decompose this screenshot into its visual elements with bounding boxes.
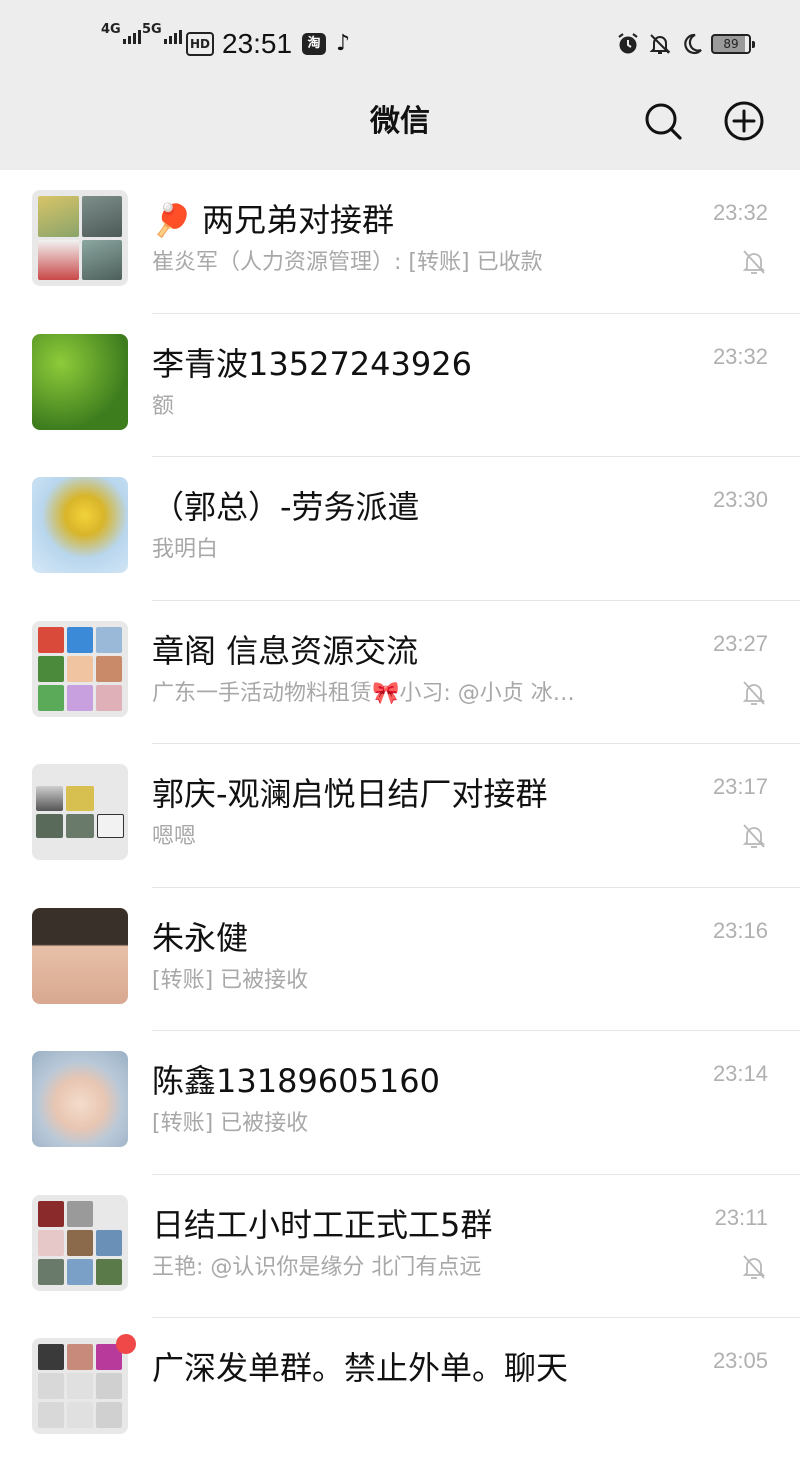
chat-row[interactable]: 🏓 两兄弟对接群 崔炎军（人力资源管理）: [转账] 已收款 23:32 xyxy=(0,170,800,314)
search-icon[interactable] xyxy=(642,100,684,142)
status-bar: 4G 5G HD 23:51 淘 ♪ 89 xyxy=(0,0,800,88)
chat-time: 23:11 xyxy=(714,1204,768,1230)
chat-row[interactable]: 章阁 信息资源交流 广东一手活动物料租赁🎀小习: @小贞 冰… 23:27 xyxy=(0,601,800,744)
chat-time: 23:32 xyxy=(712,343,768,369)
battery-indicator: 89 xyxy=(711,34,755,54)
chat-preview: 嗯嗯 xyxy=(152,824,197,849)
chat-time: 23:05 xyxy=(712,1348,768,1373)
chat-name: 章阁 信息资源交流 xyxy=(152,631,419,670)
avatar xyxy=(32,1338,128,1434)
avatar xyxy=(32,764,128,860)
chat-name: 陈鑫13189605160 xyxy=(152,1062,440,1100)
chat-row[interactable]: 日结工小时工正式工5群 王艳: @认识你是缘分 北门有点远 23:11 xyxy=(0,1175,800,1318)
taobao-icon: 淘 xyxy=(302,33,326,55)
chat-name: 朱永健 xyxy=(152,918,249,957)
avatar xyxy=(32,333,128,430)
status-clock: 23:51 xyxy=(222,28,293,59)
unread-badge xyxy=(116,1334,136,1354)
chat-row[interactable]: 李青波13527243926 额 23:32 xyxy=(0,314,800,457)
mute-bell-icon xyxy=(742,250,766,274)
chat-name-text: 两兄弟对接群 xyxy=(202,201,395,239)
emoji-icon: 🏓 xyxy=(152,201,192,239)
mute-bell-icon xyxy=(742,680,766,705)
chat-time: 23:32 xyxy=(712,200,768,225)
avatar xyxy=(32,190,128,286)
signal-5g-label: 5G xyxy=(142,22,162,37)
chat-row[interactable]: 陈鑫13189605160 [转账] 已被接收 23:14 xyxy=(0,1031,800,1175)
signal-bars-icon xyxy=(163,30,182,44)
chat-time: 23:14 xyxy=(712,1061,768,1086)
chat-row[interactable]: 郭庆-观澜启悦日结厂对接群 嗯嗯 23:17 xyxy=(0,744,800,888)
chat-name: 广深发单群。禁止外单。聊天 xyxy=(152,1349,569,1387)
chat-preview: 我明白 xyxy=(152,537,219,562)
avatar xyxy=(32,620,128,717)
signal-4g-label: 4G xyxy=(101,22,121,37)
tiktok-icon: ♪ xyxy=(336,31,351,56)
chat-name: 🏓 两兄弟对接群 xyxy=(152,198,394,242)
hd-voice-badge: HD xyxy=(186,32,215,56)
avatar xyxy=(32,907,128,1004)
avatar xyxy=(32,1194,128,1291)
chat-name: 郭庆-观澜启悦日结厂对接群 xyxy=(152,775,548,813)
top-bar: 4G 5G HD 23:51 淘 ♪ 89 微信 xyxy=(0,0,800,170)
chat-list: 🏓 两兄弟对接群 崔炎军（人力资源管理）: [转账] 已收款 23:32 李青波… xyxy=(0,170,800,1462)
avatar xyxy=(32,477,128,573)
chat-name: 李青波13527243926 xyxy=(152,344,472,383)
mute-bell-icon xyxy=(742,1254,766,1279)
chat-preview: 额 xyxy=(152,393,175,419)
signal-bars-icon xyxy=(122,30,141,44)
chat-time: 23:17 xyxy=(712,774,768,799)
chat-name: （郭总）-劳务派遣 xyxy=(152,488,420,526)
chat-row[interactable]: （郭总）-劳务派遣 我明白 23:30 xyxy=(0,457,800,601)
chat-row[interactable]: 朱永健 [转账] 已被接收 23:16 xyxy=(0,888,800,1031)
mute-bell-icon xyxy=(742,824,766,848)
chat-name: 日结工小时工正式工5群 xyxy=(152,1205,493,1244)
signal-5g: 5G xyxy=(142,23,182,44)
add-circle-icon[interactable] xyxy=(723,100,765,142)
chat-preview: 王艳: @认识你是缘分 北门有点远 xyxy=(152,1254,482,1280)
chat-preview: 崔炎军（人力资源管理）: [转账] 已收款 xyxy=(152,250,543,275)
signal-4g: 4G xyxy=(101,23,141,44)
chat-preview: [转账] 已被接收 xyxy=(152,1111,309,1136)
alarm-icon xyxy=(618,33,638,54)
chat-preview: [转账] 已被接收 xyxy=(152,967,309,993)
chat-time: 23:16 xyxy=(712,917,768,943)
moon-icon xyxy=(684,33,702,55)
bell-off-icon xyxy=(649,34,671,54)
chat-time: 23:30 xyxy=(712,487,768,512)
chat-time: 23:27 xyxy=(712,630,768,656)
chat-preview: 广东一手活动物料租赁🎀小习: @小贞 冰… xyxy=(152,680,575,706)
avatar xyxy=(32,1051,128,1147)
